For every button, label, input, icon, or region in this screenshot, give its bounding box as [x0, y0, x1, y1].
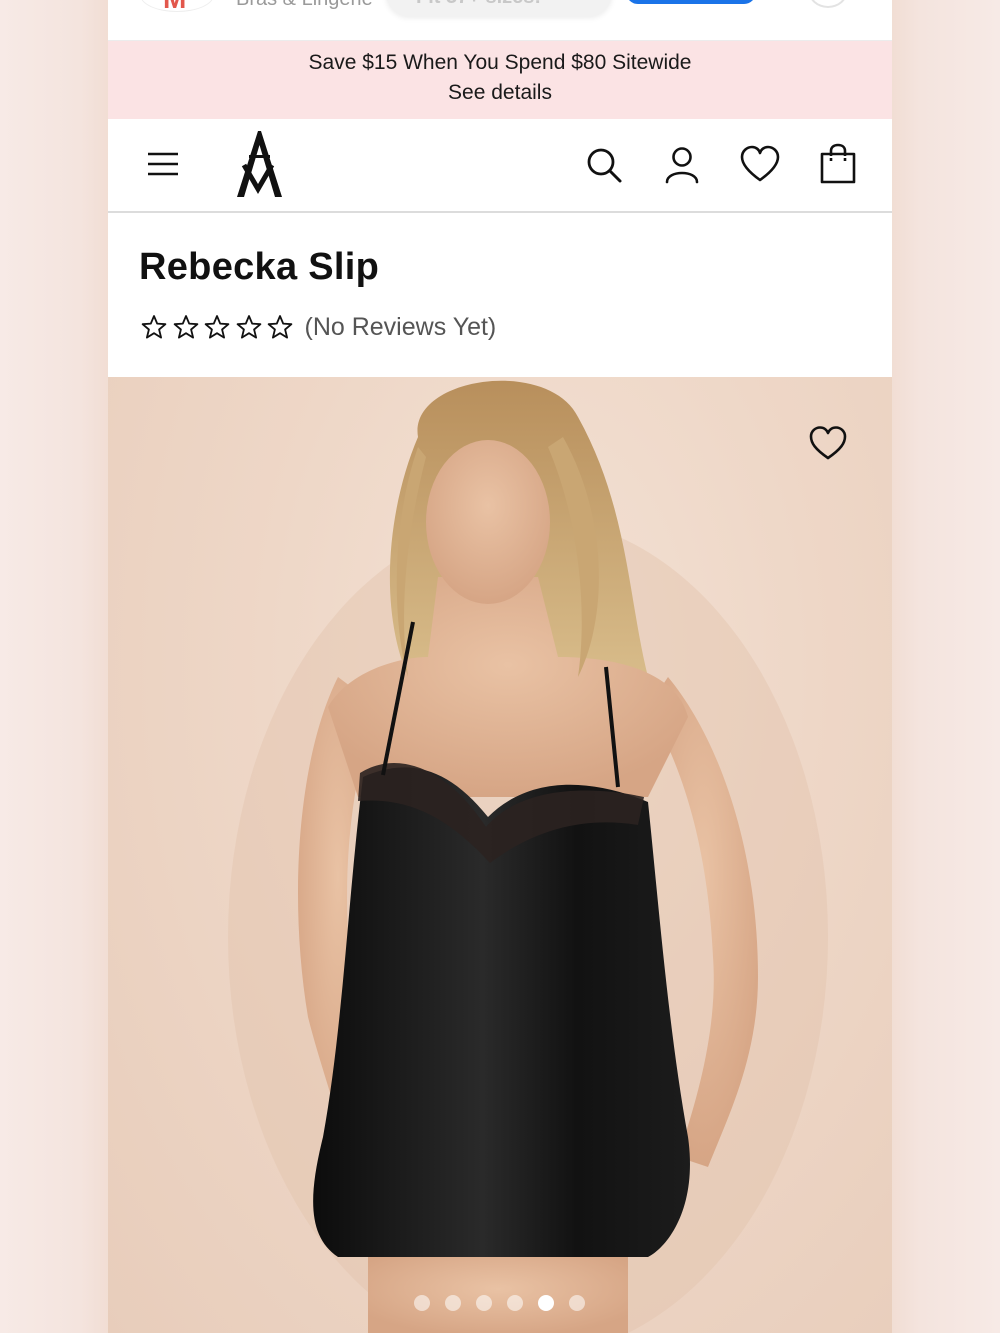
bag-icon[interactable] [818, 143, 858, 185]
rating-stars [141, 314, 299, 340]
wishlist-icon[interactable] [740, 145, 780, 185]
brand-logo[interactable] [232, 129, 284, 199]
star-icon [236, 315, 261, 339]
star-icon [141, 315, 167, 339]
reviews-link[interactable]: (No Reviews Yet) [305, 313, 497, 342]
account-icon[interactable] [662, 145, 702, 185]
product-image-gallery[interactable] [108, 377, 892, 1333]
gallery-dot[interactable] [507, 1295, 523, 1311]
app-top-bar: M Bras & Lingerie Fit 37+ sizes! [108, 0, 892, 41]
menu-icon[interactable] [146, 149, 180, 179]
close-app-bar-button[interactable] [808, 0, 848, 8]
save-to-wishlist-heart-icon[interactable] [808, 425, 848, 461]
product-title: Rebecka Slip [139, 246, 380, 288]
gallery-dot[interactable] [569, 1295, 585, 1311]
promo-banner[interactable]: Save $15 When You Spend $80 Sitewide See… [108, 41, 892, 119]
star-icon [267, 315, 293, 339]
app-name: Bras & Lingerie [236, 0, 373, 11]
product-page: M Bras & Lingerie Fit 37+ sizes! Save $1… [108, 0, 892, 1333]
product-photo [228, 380, 828, 1333]
get-app-button[interactable] [626, 0, 756, 4]
gallery-pagination [414, 1295, 600, 1311]
app-logo-mark: M [163, 0, 186, 15]
gallery-dot[interactable] [538, 1295, 554, 1311]
fit-pill[interactable]: Fit 37+ sizes! [386, 0, 612, 16]
gallery-dot[interactable] [414, 1295, 430, 1311]
gallery-dot[interactable] [476, 1295, 492, 1311]
fit-pill-label: Fit 37+ sizes! [416, 0, 541, 9]
star-icon [204, 315, 230, 339]
app-logo[interactable]: M [140, 0, 214, 15]
star-icon [173, 315, 198, 339]
product-rating[interactable]: (No Reviews Yet) [141, 309, 496, 345]
see-details-link[interactable]: See details [108, 81, 892, 105]
promo-headline: Save $15 When You Spend $80 Sitewide [308, 51, 692, 74]
search-icon[interactable] [584, 145, 624, 185]
site-header [108, 119, 892, 213]
gallery-dot[interactable] [445, 1295, 461, 1311]
